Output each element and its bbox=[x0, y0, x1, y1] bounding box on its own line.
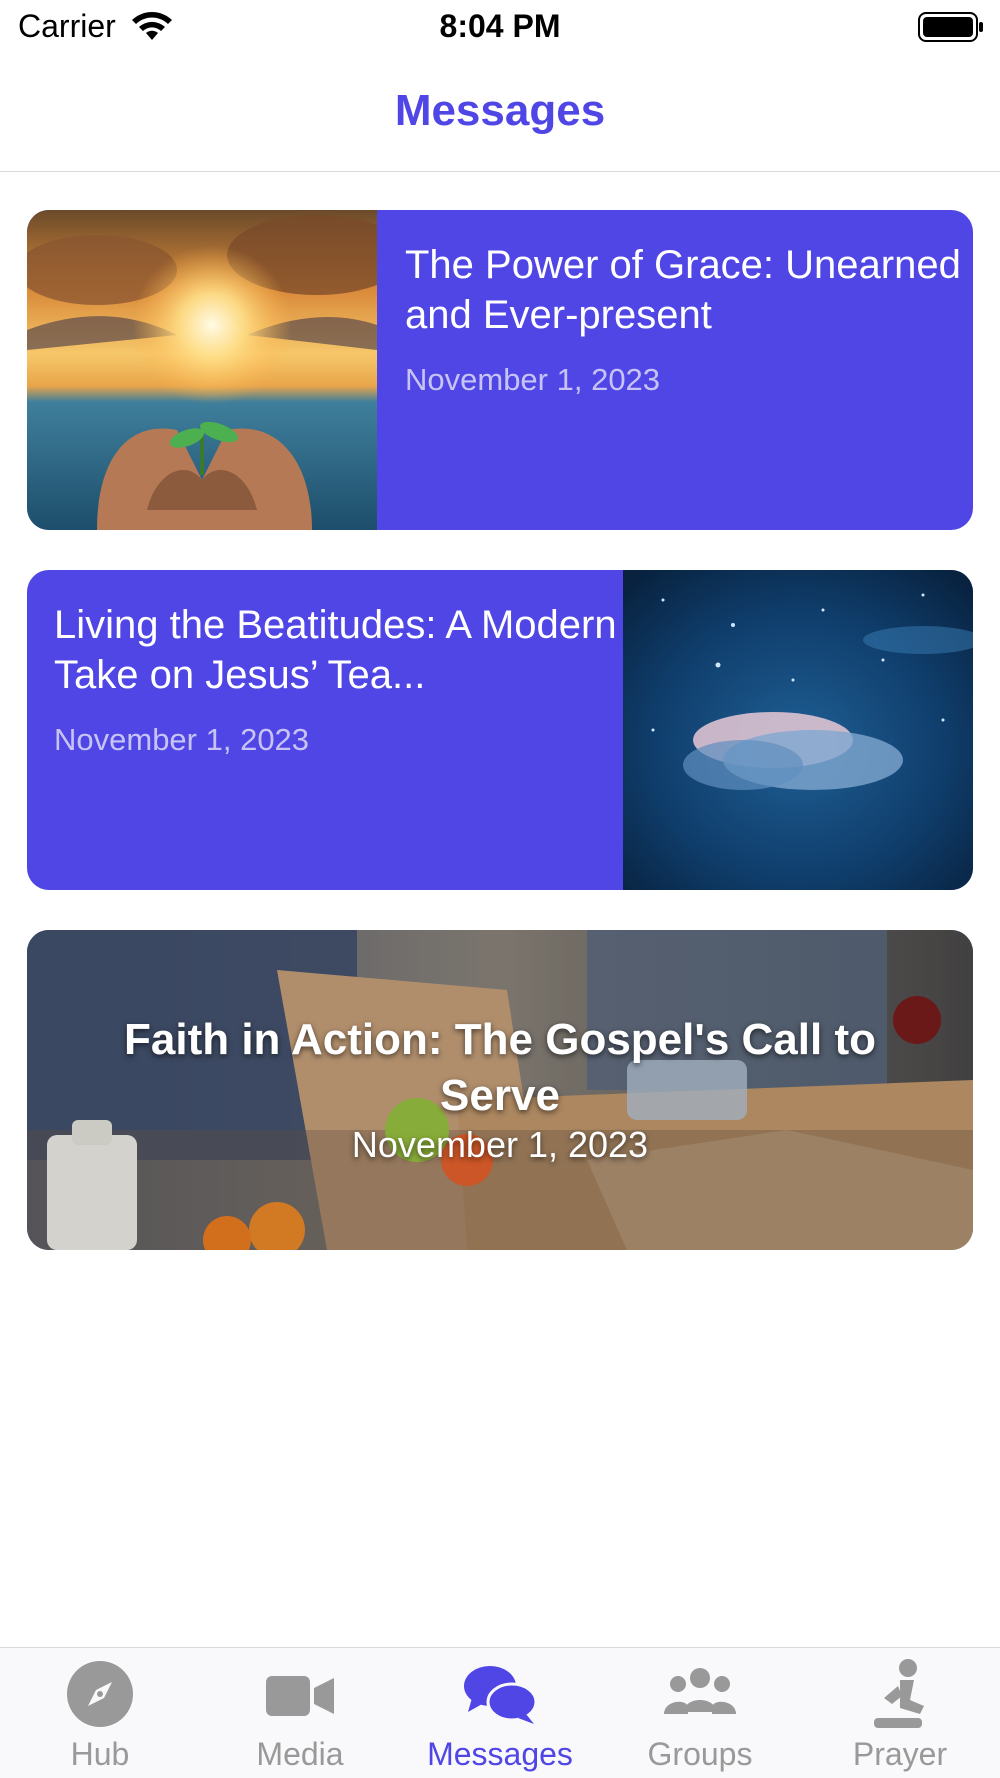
message-card-1-text: The Power of Grace: Unearned and Ever-pr… bbox=[405, 240, 965, 398]
tab-bar: Hub Media Messages Groups Prayer bbox=[0, 1647, 1000, 1778]
message-date: November 1, 2023 bbox=[405, 362, 661, 397]
message-card-2-text: Living the Beatitudes: A Modern Take on … bbox=[54, 600, 624, 758]
message-card-3-text: Faith in Action: The Gospel's Call to Se… bbox=[27, 1012, 973, 1166]
message-thumbnail-sunrise-hands bbox=[27, 210, 377, 530]
tab-messages-label: Messages bbox=[427, 1736, 573, 1772]
tab-messages[interactable]: Messages bbox=[400, 1648, 600, 1778]
message-date: November 1, 2023 bbox=[54, 722, 310, 757]
video-camera-icon bbox=[266, 1676, 334, 1716]
page-title: Messages bbox=[394, 86, 606, 135]
tab-media[interactable]: Media bbox=[200, 1648, 400, 1778]
message-date: November 1, 2023 bbox=[351, 1124, 649, 1165]
message-thumbnail-night-sky bbox=[623, 570, 973, 890]
praying-person-icon bbox=[874, 1659, 924, 1728]
message-title: Faith in Action: The Gospel's Call to Se… bbox=[124, 1015, 876, 1120]
tab-hub-label: Hub bbox=[70, 1736, 130, 1772]
people-icon bbox=[664, 1668, 736, 1714]
status-bar: Carrier 8:04 PM bbox=[0, 0, 1000, 56]
tab-groups[interactable]: Groups bbox=[600, 1648, 800, 1778]
message-card-1[interactable]: The Power of Grace: Unearned and Ever-pr… bbox=[27, 210, 973, 530]
clock: 8:04 PM bbox=[439, 8, 561, 44]
chat-bubbles-icon bbox=[464, 1666, 536, 1724]
tab-prayer[interactable]: Prayer bbox=[800, 1648, 1000, 1778]
tab-groups-label: Groups bbox=[647, 1736, 753, 1772]
message-card-2[interactable]: Living the Beatitudes: A Modern Take on … bbox=[27, 570, 973, 890]
message-title: Living the Beatitudes: A Modern Take on … bbox=[54, 603, 617, 697]
message-title: The Power of Grace: Unearned and Ever-pr… bbox=[405, 243, 961, 337]
tab-media-label: Media bbox=[256, 1736, 344, 1772]
compass-icon bbox=[67, 1661, 133, 1727]
battery-icon bbox=[918, 12, 983, 42]
navigation-bar: Messages bbox=[0, 56, 1000, 172]
message-card-3[interactable]: Faith in Action: The Gospel's Call to Se… bbox=[27, 930, 973, 1250]
tab-hub[interactable]: Hub bbox=[0, 1648, 200, 1778]
tab-prayer-label: Prayer bbox=[852, 1736, 948, 1772]
